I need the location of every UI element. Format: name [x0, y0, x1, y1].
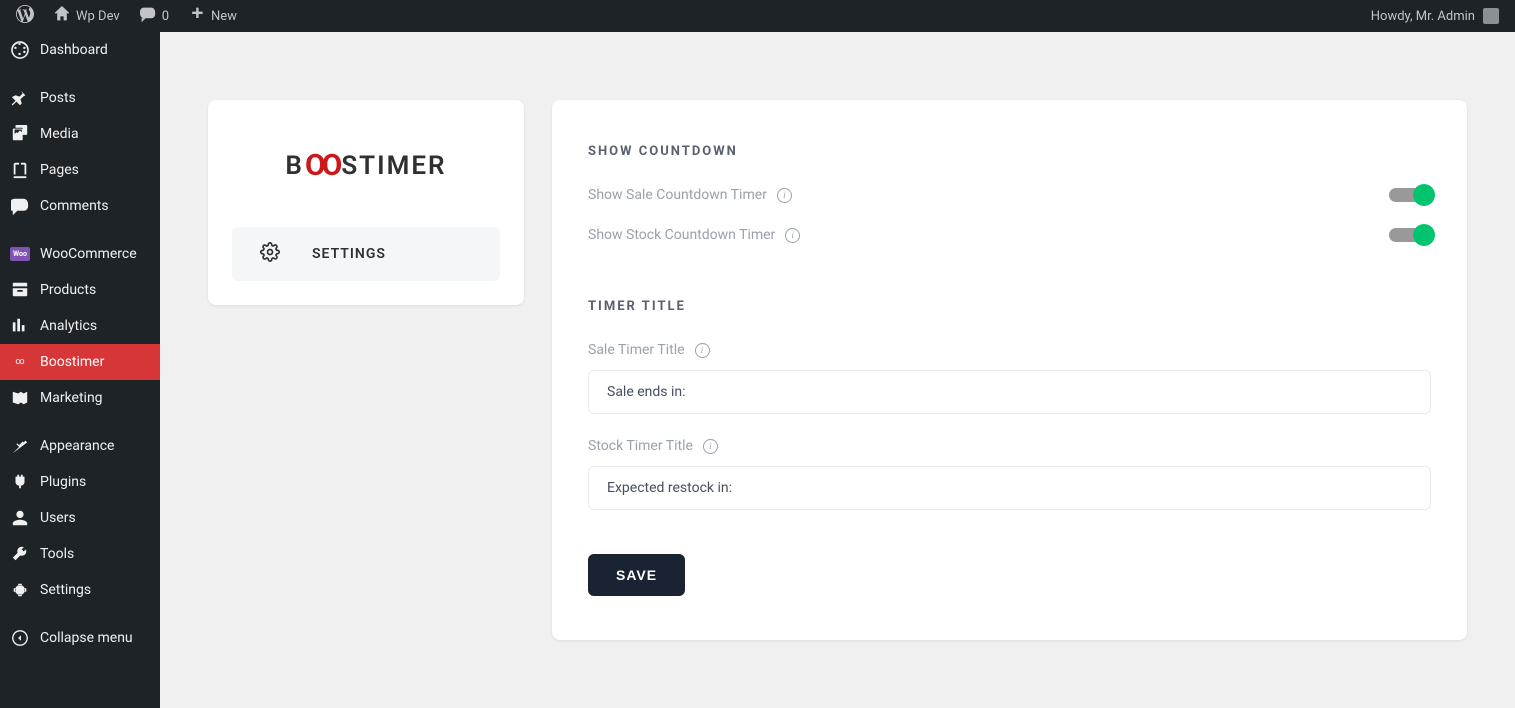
stock-countdown-label: Show Stock Countdown Timer i — [588, 227, 800, 243]
sidebar-item-tools[interactable]: Tools — [0, 536, 160, 572]
woocommerce-icon: Woo — [10, 244, 30, 264]
howdy-text: Howdy, Mr. Admin — [1371, 9, 1475, 24]
collapse-icon — [10, 628, 30, 648]
stock-title-label: Stock Timer Title i — [588, 438, 1431, 454]
sidebar-item-dashboard[interactable]: Dashboard — [0, 32, 160, 68]
stock-title-input[interactable] — [588, 466, 1431, 510]
sale-title-label: Sale Timer Title i — [588, 342, 1431, 358]
avatar — [1483, 8, 1499, 24]
comment-icon — [140, 6, 156, 26]
sale-title-input[interactable] — [588, 370, 1431, 414]
sidebar-item-comments[interactable]: Comments — [0, 188, 160, 224]
sidebar-item-label: Settings — [40, 582, 91, 598]
main-content: BOOSTIMER SETTINGS SHOW COUNTDOWN Show S… — [160, 32, 1515, 708]
sidebar-item-label: Products — [40, 282, 96, 298]
sale-countdown-toggle[interactable] — [1389, 188, 1431, 202]
home-icon — [54, 6, 70, 26]
gear-icon — [260, 242, 280, 266]
new-content-menu[interactable]: New — [181, 0, 245, 32]
dashboard-icon — [10, 40, 30, 60]
sidebar-collapse[interactable]: Collapse menu — [0, 620, 160, 656]
plugin-nav-card: BOOSTIMER SETTINGS — [208, 100, 524, 305]
sidebar-item-users[interactable]: Users — [0, 500, 160, 536]
sidebar-item-label: Marketing — [40, 390, 103, 406]
site-name-menu[interactable]: Wp Dev — [46, 0, 128, 32]
sidebar-item-settings[interactable]: Settings — [0, 572, 160, 608]
countdown-section-title: SHOW COUNTDOWN — [588, 144, 1431, 159]
sidebar-item-boostimer[interactable]: ∞ Boostimer — [0, 344, 160, 380]
sidebar-item-label: Appearance — [40, 438, 114, 454]
info-icon[interactable]: i — [777, 188, 792, 203]
stock-countdown-toggle[interactable] — [1389, 228, 1431, 242]
analytics-icon — [10, 316, 30, 336]
sale-countdown-label: Show Sale Countdown Timer i — [588, 187, 792, 203]
site-name: Wp Dev — [76, 9, 120, 24]
settings-tab[interactable]: SETTINGS — [232, 227, 500, 281]
plugins-icon — [10, 472, 30, 492]
sidebar-item-label: Pages — [40, 162, 79, 178]
comments-menu[interactable]: 0 — [132, 0, 177, 32]
sidebar-item-products[interactable]: Products — [0, 272, 160, 308]
sidebar-item-label: Analytics — [40, 318, 97, 334]
admin-bar: Wp Dev 0 New Howdy, Mr. Admin — [0, 0, 1515, 32]
sidebar-item-marketing[interactable]: Marketing — [0, 380, 160, 416]
sidebar-item-analytics[interactable]: Analytics — [0, 308, 160, 344]
sidebar-item-media[interactable]: Media — [0, 116, 160, 152]
timer-section-title: TIMER TITLE — [588, 299, 1431, 314]
wordpress-icon — [16, 5, 34, 27]
sidebar-item-pages[interactable]: Pages — [0, 152, 160, 188]
wp-logo-menu[interactable] — [8, 0, 42, 32]
comment-icon — [10, 196, 30, 216]
sidebar-item-woocommerce[interactable]: Woo WooCommerce — [0, 236, 160, 272]
settings-icon — [10, 580, 30, 600]
sidebar-item-label: Comments — [40, 198, 109, 214]
boostimer-icon: ∞ — [10, 352, 30, 372]
sidebar-item-label: Boostimer — [40, 354, 104, 370]
sidebar-item-plugins[interactable]: Plugins — [0, 464, 160, 500]
pin-icon — [10, 88, 30, 108]
tools-icon — [10, 544, 30, 564]
plugin-logo: BOOSTIMER — [285, 148, 446, 183]
sidebar-item-label: Dashboard — [40, 42, 108, 58]
media-icon — [10, 124, 30, 144]
info-icon[interactable]: i — [695, 343, 710, 358]
save-button[interactable]: SAVE — [588, 554, 685, 596]
pages-icon — [10, 160, 30, 180]
sidebar-item-label: Tools — [40, 546, 74, 562]
settings-panel: SHOW COUNTDOWN Show Sale Countdown Timer… — [552, 100, 1467, 640]
admin-sidebar: Dashboard Posts Media Pages Comments Woo… — [0, 32, 160, 708]
users-icon — [10, 508, 30, 528]
sidebar-item-label: Users — [40, 510, 76, 526]
account-menu[interactable]: Howdy, Mr. Admin — [1371, 8, 1507, 24]
appearance-icon — [10, 436, 30, 456]
sidebar-item-label: Posts — [40, 90, 76, 106]
products-icon — [10, 280, 30, 300]
sidebar-item-label: Media — [40, 126, 79, 142]
sidebar-item-label: Collapse menu — [40, 630, 133, 646]
marketing-icon — [10, 388, 30, 408]
info-icon[interactable]: i — [703, 439, 718, 454]
sidebar-item-posts[interactable]: Posts — [0, 80, 160, 116]
sidebar-item-label: Plugins — [40, 474, 86, 490]
info-icon[interactable]: i — [785, 228, 800, 243]
comment-count: 0 — [162, 9, 169, 24]
sidebar-item-appearance[interactable]: Appearance — [0, 428, 160, 464]
plus-icon — [189, 6, 205, 26]
sidebar-item-label: WooCommerce — [40, 246, 137, 262]
new-label: New — [211, 9, 237, 24]
settings-tab-label: SETTINGS — [312, 246, 386, 262]
